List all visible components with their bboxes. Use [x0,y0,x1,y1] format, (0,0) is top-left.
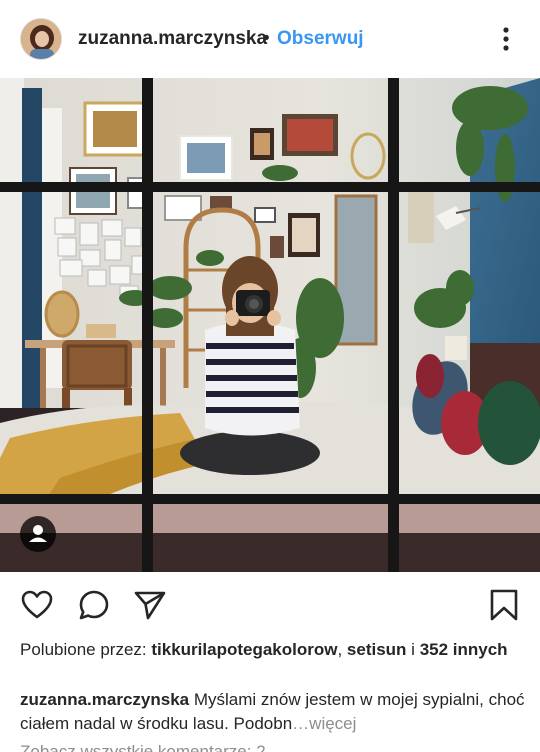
bookmark-icon[interactable] [487,588,521,622]
caption-username[interactable]: zuzanna.marczynska [20,690,189,709]
comment-icon[interactable] [77,588,111,622]
likes-prefix: Polubione przez: [20,640,152,659]
avatar-image [21,19,61,59]
heart-icon[interactable] [20,588,54,622]
likes-summary: Polubione przez: tikkurilapotegakolorow,… [20,638,520,662]
liker-link[interactable]: setisun [347,640,407,659]
user-tag-icon[interactable] [20,516,56,552]
post-actions [0,580,540,630]
user-avatar[interactable] [20,18,62,60]
likes-separator: , [337,640,347,659]
more-vertical-icon[interactable] [494,24,518,54]
post-header: zuzanna.marczynska • Obserwuj [0,0,540,78]
liker-link[interactable]: tikkurilapotegakolorow [151,640,337,659]
view-comments-link[interactable]: Zobacz wszystkie komentarze: 2 [20,742,520,752]
likes-others-link[interactable]: 352 innych [420,640,508,659]
likes-separator: i [406,640,420,659]
post-caption: zuzanna.marczynska Myślami znów jestem w… [20,688,525,736]
paper-plane-icon[interactable] [133,588,167,622]
separator-dot: • [263,28,270,49]
post-photo[interactable] [0,78,540,572]
username-link[interactable]: zuzanna.marczynska [78,28,267,50]
follow-button[interactable]: Obserwuj [277,28,364,50]
bedroom-mirror-photo [0,78,540,572]
more-link[interactable]: …więcej [292,714,356,733]
